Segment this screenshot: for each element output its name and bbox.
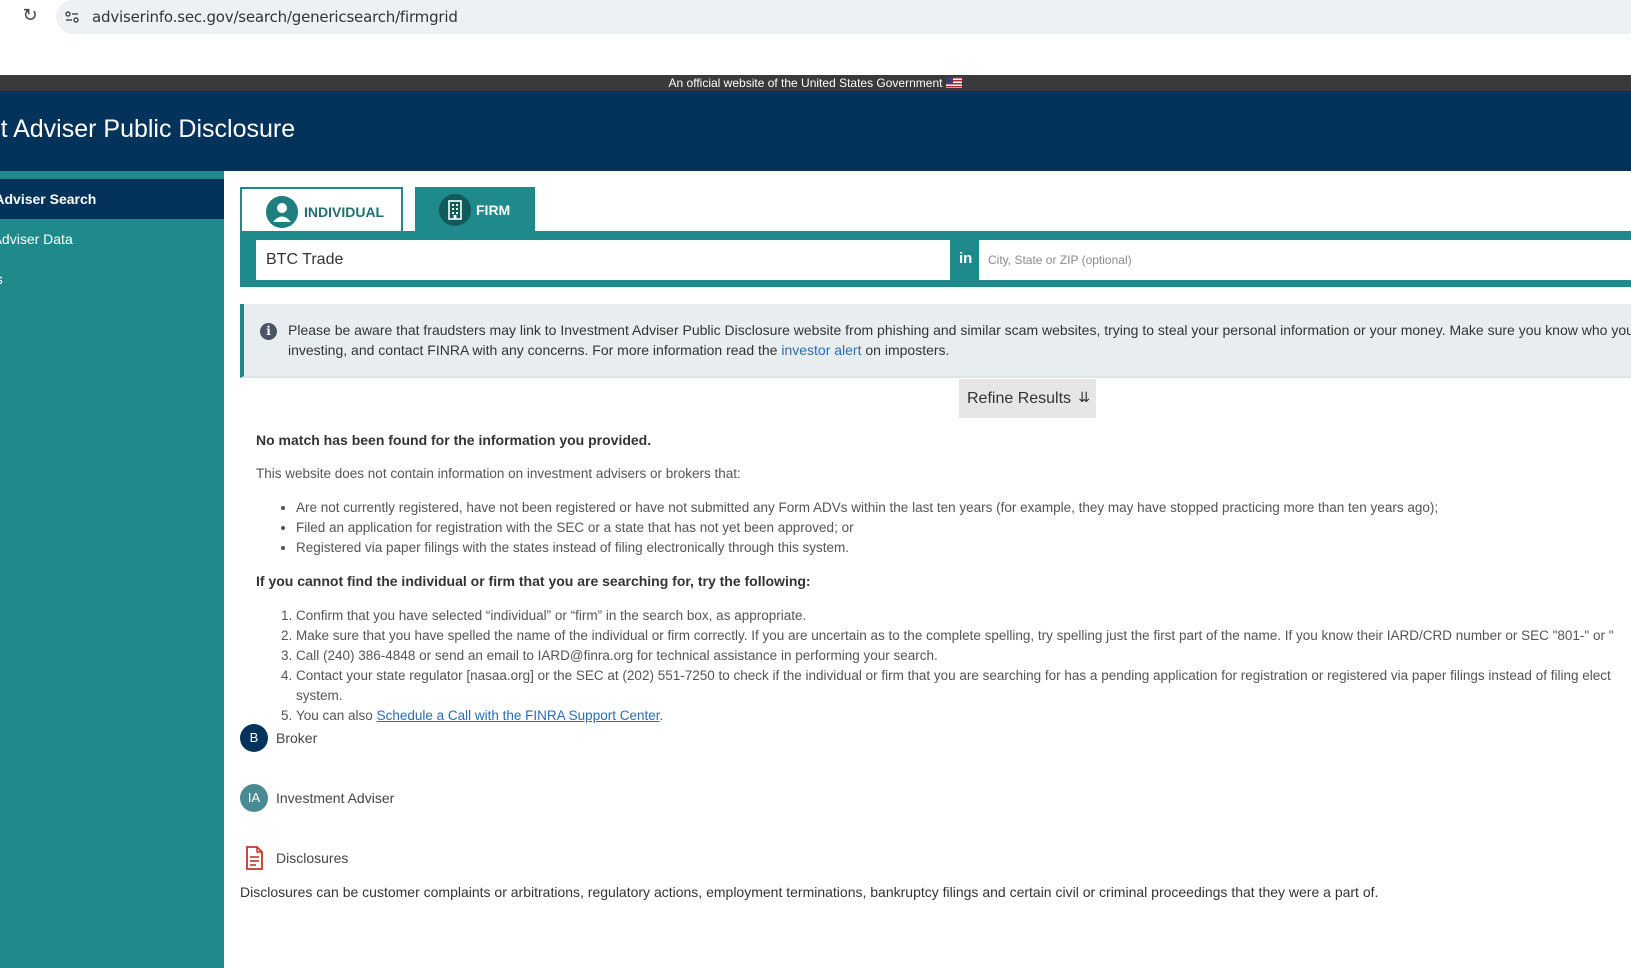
gov-banner: An official website of the United States… (0, 75, 1631, 91)
step-4-cont: system. (296, 688, 343, 703)
list-item: Contact your state regulator [nasaa.org]… (296, 666, 1614, 706)
not-contain-text: This website does not contain informatio… (256, 466, 741, 481)
try-following-heading: If you cannot find the individual or fir… (256, 573, 811, 589)
list-item: Registered via paper filings with the st… (296, 538, 1438, 558)
exclusion-list: Are not currently registered, have not b… (296, 498, 1438, 558)
site-info-icon[interactable] (64, 9, 80, 25)
sidebar: ent Adviser Search ent Adviser Data es (0, 171, 224, 968)
reload-icon[interactable]: ↻ (20, 6, 40, 26)
location-input[interactable] (979, 240, 1631, 280)
disclosures-description: Disclosures can be customer complaints o… (240, 884, 1379, 900)
alert-text: Please be aware that fraudsters may link… (288, 320, 1631, 360)
firm-search-input[interactable] (256, 240, 950, 280)
gov-banner-text: An official website of the United States… (668, 76, 943, 90)
list-item: Confirm that you have selected “individu… (296, 606, 1614, 626)
sidebar-item-label: ent Adviser Data (0, 231, 73, 247)
browser-toolbar: ↻ adviserinfo.sec.gov/search/genericsear… (0, 0, 1631, 34)
fraud-alert: i Please be aware that fraudsters may li… (240, 304, 1631, 378)
sidebar-item-label: ent Adviser Search (0, 191, 97, 207)
alert-line-2-pre: investing, and contact FINRA with any co… (288, 342, 782, 358)
tab-firm-label: FIRM (476, 202, 511, 218)
refine-results-label: Refine Results (967, 390, 1072, 407)
schedule-call-link[interactable]: Schedule a Call with the FINRA Support C… (377, 708, 660, 723)
step-5-post: . (659, 708, 664, 723)
site-header: tment Adviser Public Disclosure (0, 91, 1631, 171)
in-label: in (959, 250, 973, 267)
sidebar-item-label: es (0, 259, 3, 299)
list-item: Make sure that you have spelled the name… (296, 626, 1614, 646)
step-4-text: Contact your state regulator [nasaa.org]… (296, 668, 1611, 683)
sidebar-item-data[interactable]: ent Adviser Data (0, 219, 224, 259)
ia-label: Investment Adviser (276, 790, 395, 806)
double-chevron-down-icon: ⇊ (1078, 390, 1090, 406)
tab-individual[interactable]: INDIVIDUAL (240, 187, 403, 232)
site-title[interactable]: tment Adviser Public Disclosure (0, 115, 295, 144)
address-bar[interactable]: adviserinfo.sec.gov/search/genericsearch… (56, 0, 1631, 34)
steps-list: Confirm that you have selected “individu… (296, 606, 1614, 726)
list-item: Call (240) 386-4848 or send an email to … (296, 646, 1614, 666)
list-item: Filed an application for registration wi… (296, 518, 1438, 538)
info-icon: i (260, 323, 277, 340)
url-text: adviserinfo.sec.gov/search/genericsearch… (92, 8, 458, 26)
sidebar-item-search[interactable]: ent Adviser Search (0, 179, 224, 219)
list-item: Are not currently registered, have not b… (296, 498, 1438, 518)
broker-label: Broker (276, 730, 318, 746)
tab-individual-label: INDIVIDUAL (304, 204, 385, 220)
document-icon (246, 846, 263, 870)
investor-alert-link[interactable]: investor alert (781, 342, 861, 358)
building-icon (439, 194, 471, 226)
alert-line-2-post: on imposters. (861, 342, 950, 358)
refine-results-button[interactable]: Refine Results ⇊ (959, 379, 1096, 418)
ia-badge: IA (240, 784, 268, 812)
step-5-pre: You can also (296, 708, 377, 723)
list-item: You can also Schedule a Call with the FI… (296, 706, 1614, 726)
tab-firm[interactable]: FIRM (415, 187, 535, 232)
disclosures-label: Disclosures (276, 850, 349, 866)
person-icon (266, 196, 298, 228)
sidebar-item-resources[interactable]: es (0, 259, 224, 299)
alert-line-1: Please be aware that fraudsters may link… (288, 322, 1631, 338)
no-match-message: No match has been found for the informat… (256, 432, 652, 448)
search-bar: in (240, 231, 1631, 287)
broker-badge: B (240, 724, 268, 752)
us-flag-icon (946, 77, 963, 88)
